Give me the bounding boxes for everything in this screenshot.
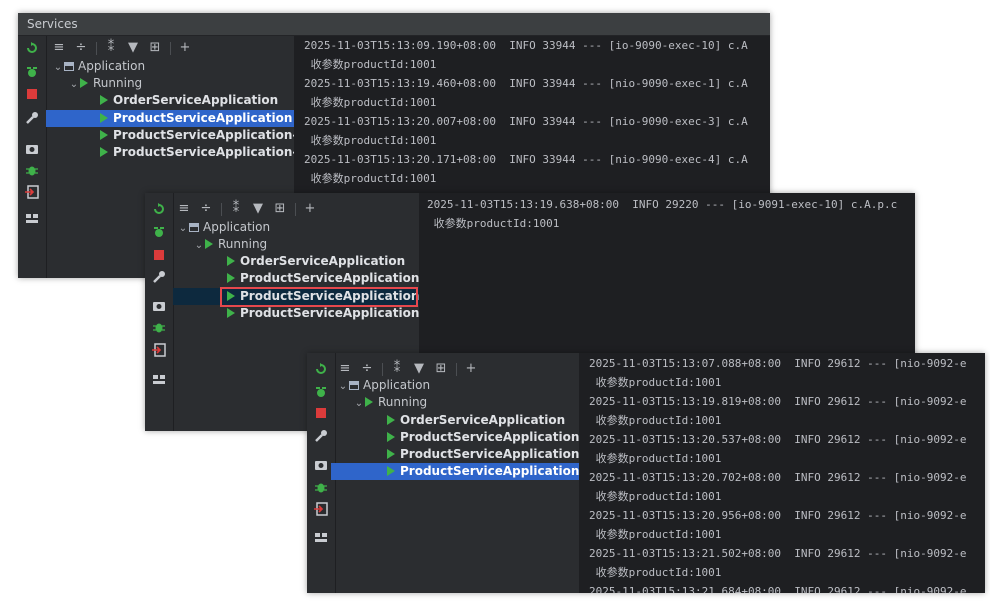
log-line: 2025-11-03T15:13:21.684+08:00 INFO 29612… xyxy=(589,585,967,593)
application-icon xyxy=(349,381,359,390)
run-icon xyxy=(227,256,235,266)
log-line: 收参数productId:1001 xyxy=(589,528,722,541)
log-line: 2025-11-03T15:13:21.502+08:00 INFO 29612… xyxy=(589,547,967,560)
new-tab-icon[interactable]: ⊞ xyxy=(434,362,448,376)
services-panel-3: ≡ ÷ ⁑ ▼ ⊞ + ⌄ Application ⌄ Running OrderS… xyxy=(307,353,985,593)
running-icon xyxy=(205,239,213,249)
expand-all-icon[interactable]: ≡ xyxy=(177,202,191,216)
filter-icon[interactable]: ▼ xyxy=(412,362,426,376)
layout-icon[interactable] xyxy=(25,210,39,224)
log-line: 收参数productId:1001 xyxy=(304,172,437,185)
add-icon[interactable]: + xyxy=(178,41,192,55)
side-strip xyxy=(18,36,47,278)
debug-icon[interactable] xyxy=(314,361,328,375)
log-line: 2025-11-03T15:13:07.088+08:00 INFO 29612… xyxy=(589,357,967,370)
collapse-all-icon[interactable]: ÷ xyxy=(199,202,213,216)
run-icon xyxy=(387,432,395,442)
tree-node-running[interactable]: ⌄ Running xyxy=(173,236,439,253)
run-icon xyxy=(100,113,108,123)
log-line: 收参数productId:1001 xyxy=(589,490,722,503)
tree-node-application[interactable]: ⌄ Application xyxy=(46,58,299,75)
expand-all-icon[interactable]: ≡ xyxy=(338,362,352,376)
add-icon[interactable]: + xyxy=(303,202,317,216)
rerun-icon[interactable] xyxy=(25,64,39,78)
add-icon[interactable]: + xyxy=(464,362,478,376)
wrench-icon[interactable] xyxy=(314,428,328,442)
expand-all-icon[interactable]: ≡ xyxy=(52,41,66,55)
log-line: 收参数productId:1001 xyxy=(427,217,560,230)
log-line: 2025-11-03T15:13:20.702+08:00 INFO 29612… xyxy=(589,471,967,484)
debug-icon[interactable] xyxy=(25,40,39,54)
run-icon xyxy=(387,449,395,459)
run-icon xyxy=(227,308,235,318)
rerun-icon[interactable] xyxy=(314,384,328,398)
log-line: 收参数productId:1001 xyxy=(589,452,722,465)
wrench-icon[interactable] xyxy=(152,269,166,283)
filter-icon[interactable]: ▼ xyxy=(126,41,140,55)
new-tab-icon[interactable]: ⊞ xyxy=(148,41,162,55)
camera-icon[interactable] xyxy=(25,140,39,154)
running-icon xyxy=(365,397,373,407)
run-icon xyxy=(387,466,395,476)
layout-icon[interactable] xyxy=(314,529,328,543)
log-line: 收参数productId:1001 xyxy=(304,96,437,109)
camera-icon[interactable] xyxy=(314,456,328,470)
log-line: 收参数productId:1001 xyxy=(304,134,437,147)
log-line: 收参数productId:1001 xyxy=(589,414,722,427)
log-line: 2025-11-03T15:13:20.007+08:00 INFO 33944… xyxy=(304,115,748,128)
tree-node-running[interactable]: ⌄ Running xyxy=(331,394,601,411)
log-line: 2025-11-03T15:13:19.638+08:00 INFO 29220… xyxy=(427,198,898,211)
stop-icon[interactable] xyxy=(314,405,328,419)
toolbar: ≡ ÷ ⁑ ▼ ⊞ + xyxy=(52,39,302,59)
tree-node-application[interactable]: ⌄ Application xyxy=(331,377,585,394)
group-icon[interactable]: ⁑ xyxy=(229,202,243,216)
application-icon xyxy=(64,62,74,71)
log-line: 2025-11-03T15:13:20.956+08:00 INFO 29612… xyxy=(589,509,967,522)
log-line: 2025-11-03T15:13:19.460+08:00 INFO 33944… xyxy=(304,77,748,90)
side-strip xyxy=(145,193,174,431)
log-line: 收参数productId:1001 xyxy=(589,376,722,389)
collapse-all-icon[interactable]: ÷ xyxy=(74,41,88,55)
log-line: 2025-11-03T15:13:09.190+08:00 INFO 33944… xyxy=(304,39,748,52)
run-icon xyxy=(387,415,395,425)
log-line: 2025-11-03T15:13:19.819+08:00 INFO 29612… xyxy=(589,395,967,408)
highlight-box xyxy=(220,287,418,307)
camera-icon[interactable] xyxy=(152,297,166,311)
run-icon xyxy=(100,95,108,105)
exit-icon[interactable] xyxy=(314,501,328,516)
exit-icon[interactable] xyxy=(152,342,166,357)
console-output[interactable]: 2025-11-03T15:13:07.088+08:00 INFO 29612… xyxy=(579,353,985,593)
log-line: 2025-11-03T15:13:20.537+08:00 INFO 29612… xyxy=(589,433,967,446)
rerun-icon[interactable] xyxy=(152,224,166,238)
stop-icon[interactable] xyxy=(152,247,166,261)
log-line: 收参数productId:1001 xyxy=(589,566,722,579)
bug-icon[interactable] xyxy=(25,162,39,176)
new-tab-icon[interactable]: ⊞ xyxy=(273,202,287,216)
run-icon xyxy=(227,273,235,283)
bug-icon[interactable] xyxy=(314,479,328,493)
running-icon xyxy=(80,78,88,88)
tree-node-running[interactable]: ⌄ Running xyxy=(46,75,315,92)
application-icon xyxy=(189,223,199,232)
collapse-all-icon[interactable]: ÷ xyxy=(360,362,374,376)
wrench-icon[interactable] xyxy=(25,110,39,124)
services-title: Services xyxy=(18,13,770,36)
tree-node-application[interactable]: ⌄ Application xyxy=(173,219,423,236)
exit-icon[interactable] xyxy=(25,184,39,199)
toolbar: ≡ ÷ ⁑ ▼ ⊞ + xyxy=(177,200,417,220)
filter-icon[interactable]: ▼ xyxy=(251,202,265,216)
debug-icon[interactable] xyxy=(152,201,166,215)
log-line: 收参数productId:1001 xyxy=(304,58,437,71)
run-icon xyxy=(100,130,108,140)
log-line: 2025-11-03T15:13:20.171+08:00 INFO 33944… xyxy=(304,153,748,166)
layout-icon[interactable] xyxy=(152,371,166,385)
run-icon xyxy=(100,147,108,157)
group-icon[interactable]: ⁑ xyxy=(104,41,118,55)
stop-icon[interactable] xyxy=(25,86,39,100)
bug-icon[interactable] xyxy=(152,319,166,333)
group-icon[interactable]: ⁑ xyxy=(390,362,404,376)
